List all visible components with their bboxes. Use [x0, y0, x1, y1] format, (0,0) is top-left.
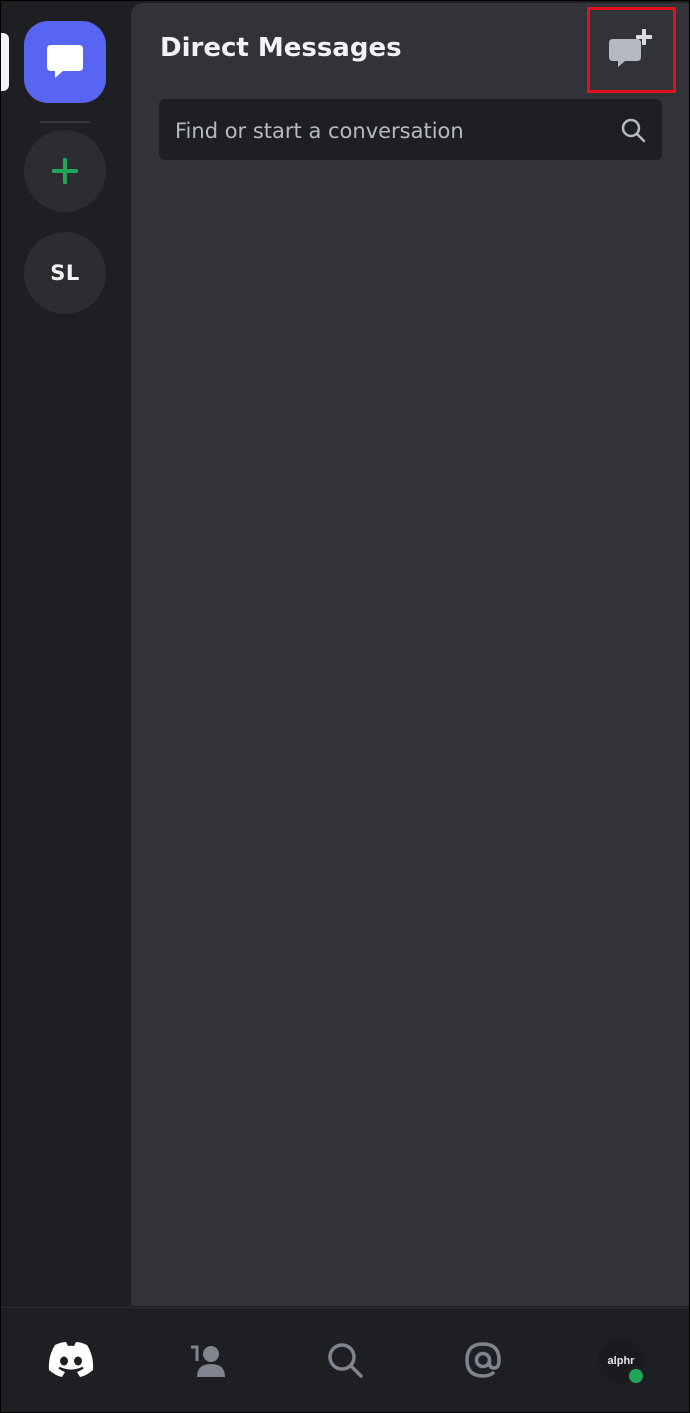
direct-messages-button[interactable] [24, 21, 106, 103]
discord-logo-icon [48, 1342, 94, 1377]
page-title: Direct Messages [160, 33, 402, 63]
plus-icon [52, 158, 78, 184]
server-icon-sl[interactable]: SL [24, 232, 106, 314]
nav-friends[interactable] [183, 1334, 235, 1386]
avatar-label: alphr [607, 1355, 635, 1367]
selected-indicator [1, 33, 9, 91]
search-bar[interactable] [159, 99, 662, 162]
nav-profile-avatar[interactable]: alphr [598, 1338, 646, 1386]
app-frame: SL Direct Messages Find or start a conve… [0, 0, 690, 1413]
online-status-indicator [626, 1366, 646, 1386]
new-message-icon [608, 29, 652, 67]
search-icon [328, 1343, 363, 1378]
server-initials: SL [50, 261, 80, 285]
add-server-button[interactable] [24, 130, 106, 212]
at-icon [465, 1342, 501, 1378]
bottom-navigation: alphr [1, 1307, 689, 1412]
nav-mentions[interactable] [457, 1334, 509, 1386]
server-rail: SL [1, 1, 130, 1307]
chat-bubble-icon [47, 45, 83, 78]
search-icon [621, 118, 646, 143]
nav-search[interactable] [319, 1334, 371, 1386]
rail-divider [40, 121, 90, 123]
nav-home[interactable] [45, 1334, 97, 1386]
friends-icon [191, 1345, 225, 1377]
direct-messages-panel: Direct Messages [131, 3, 689, 1306]
search-input[interactable] [173, 99, 607, 162]
new-message-button[interactable] [587, 7, 676, 93]
